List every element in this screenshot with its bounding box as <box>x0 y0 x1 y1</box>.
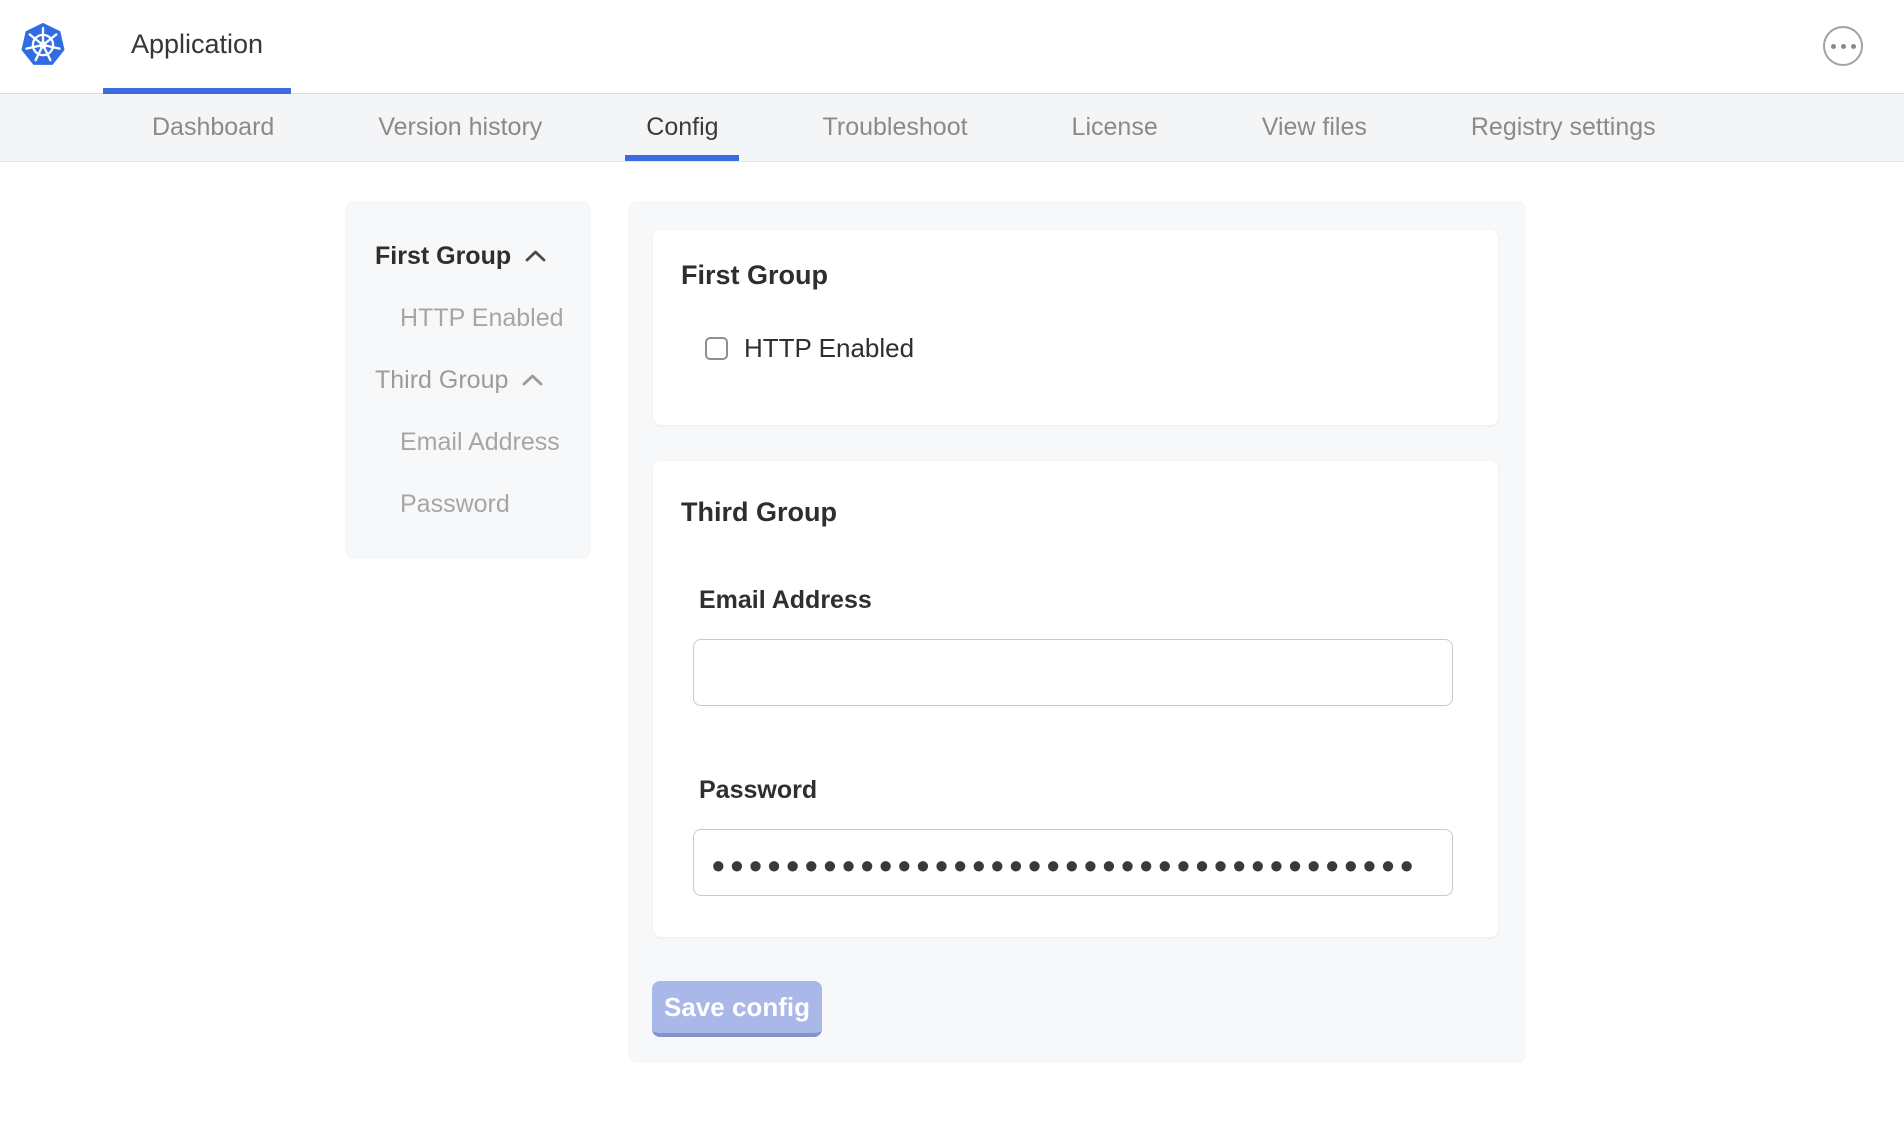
tab-config[interactable]: Config <box>594 94 770 161</box>
config-group-first-group: First Group HTTP Enabled <box>653 230 1498 425</box>
sidebar-item-label: HTTP Enabled <box>400 304 564 333</box>
tab-dashboard[interactable]: Dashboard <box>100 94 326 161</box>
sidebar-item-label: First Group <box>375 242 511 271</box>
sidebar-item-label: Email Address <box>400 428 560 457</box>
chevron-up-icon <box>522 374 543 386</box>
chevron-up-icon <box>525 250 546 262</box>
app-tab-application[interactable]: Application <box>103 0 291 94</box>
email-address-field[interactable] <box>693 639 1453 706</box>
tab-view-files[interactable]: View files <box>1210 94 1419 161</box>
tab-license[interactable]: License <box>1020 94 1210 161</box>
config-sidebar: First Group HTTP Enabled Third Group Ema… <box>345 201 591 559</box>
sidebar-item-http-enabled[interactable]: HTTP Enabled <box>345 287 591 349</box>
config-panel: First Group HTTP Enabled Third Group Ema… <box>628 201 1526 1063</box>
email-address-label: Email Address <box>699 586 1470 615</box>
sidebar-item-label: Password <box>400 490 510 519</box>
app-nav-tabs: Dashboard Version history Config Trouble… <box>0 94 1904 162</box>
tab-troubleshoot[interactable]: Troubleshoot <box>771 94 1020 161</box>
tab-version-history[interactable]: Version history <box>326 94 594 161</box>
sidebar-item-label: Third Group <box>375 366 508 395</box>
top-header-bar: Application <box>0 0 1904 94</box>
config-group-third-group: Third Group Email Address Password <box>653 461 1498 937</box>
http-enabled-label: HTTP Enabled <box>744 333 914 364</box>
sidebar-item-email-address[interactable]: Email Address <box>345 411 591 473</box>
group-title: Third Group <box>681 497 1470 528</box>
password-field[interactable] <box>693 829 1453 896</box>
group-title: First Group <box>681 260 1470 291</box>
kubernetes-logo-icon <box>20 22 66 68</box>
http-enabled-checkbox[interactable] <box>705 337 728 360</box>
sidebar-item-password[interactable]: Password <box>345 473 591 535</box>
http-enabled-field: HTTP Enabled <box>705 333 1470 364</box>
ellipsis-icon[interactable] <box>1823 26 1863 66</box>
sidebar-item-third-group[interactable]: Third Group <box>345 349 591 411</box>
tab-registry-settings[interactable]: Registry settings <box>1419 94 1708 161</box>
save-config-button[interactable]: Save config <box>652 981 822 1037</box>
sidebar-item-first-group[interactable]: First Group <box>345 225 591 287</box>
password-label: Password <box>699 776 1470 805</box>
